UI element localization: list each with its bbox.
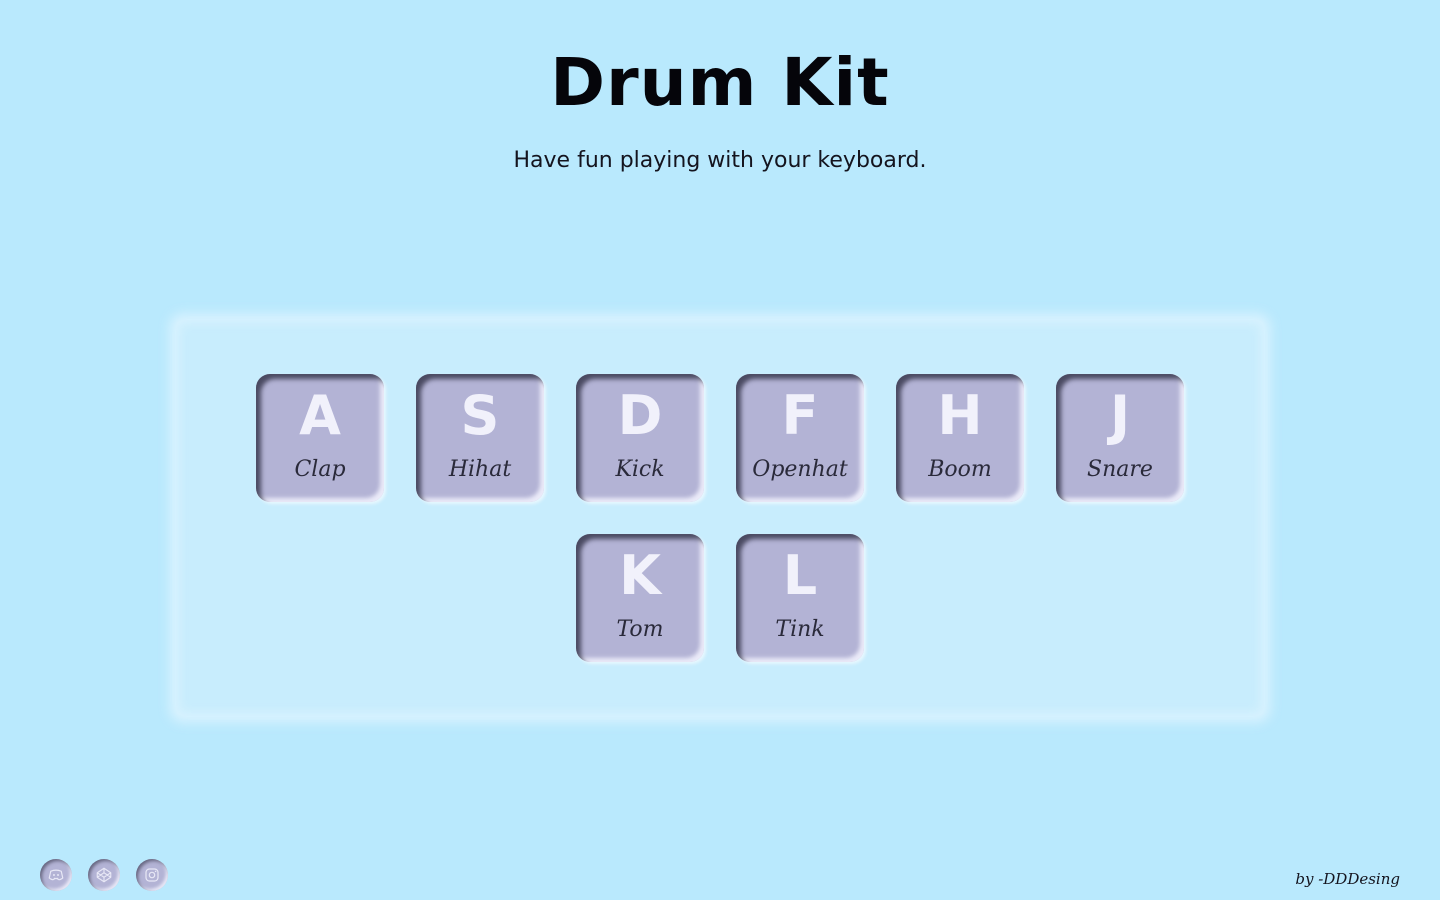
key-sound-label: Hihat xyxy=(448,457,512,482)
drum-key-f[interactable]: F Openhat xyxy=(736,374,864,502)
drum-key-s[interactable]: S Hihat xyxy=(416,374,544,502)
discord-icon xyxy=(48,869,64,881)
key-sound-label: Boom xyxy=(928,457,992,482)
key-sound-label: Tom xyxy=(616,617,664,642)
drum-key-h[interactable]: H Boom xyxy=(896,374,1024,502)
key-letter: J xyxy=(1109,384,1131,447)
discord-link[interactable] xyxy=(40,859,72,891)
key-letter: F xyxy=(781,384,819,447)
key-letter: L xyxy=(782,544,818,607)
drum-key-l[interactable]: L Tink xyxy=(736,534,864,662)
key-letter: A xyxy=(299,384,341,447)
page-title: Drum Kit xyxy=(550,44,890,121)
instagram-icon xyxy=(145,868,159,882)
key-sound-label: Openhat xyxy=(752,457,848,482)
drum-key-k[interactable]: K Tom xyxy=(576,534,704,662)
author-credit: by -DDDesing xyxy=(1295,870,1400,888)
key-sound-label: Tink xyxy=(775,617,825,642)
key-sound-label: Snare xyxy=(1087,457,1153,482)
key-letter: K xyxy=(619,544,661,607)
key-letter: S xyxy=(460,384,500,447)
drum-key-a[interactable]: A Clap xyxy=(256,374,384,502)
page-subtitle: Have fun playing with your keyboard. xyxy=(513,148,927,173)
key-letter: H xyxy=(937,384,983,447)
instagram-link[interactable] xyxy=(136,859,168,891)
keys-panel: A Clap S Hihat D Kick F Openhat H Boom J… xyxy=(176,320,1264,716)
codepen-icon xyxy=(96,867,112,883)
key-letter: D xyxy=(617,384,663,447)
key-sound-label: Clap xyxy=(294,457,346,482)
drum-key-j[interactable]: J Snare xyxy=(1056,374,1184,502)
drum-key-d[interactable]: D Kick xyxy=(576,374,704,502)
key-sound-label: Kick xyxy=(615,457,665,482)
drum-kit-page: Drum Kit Have fun playing with your keyb… xyxy=(0,0,1440,900)
codepen-link[interactable] xyxy=(88,859,120,891)
